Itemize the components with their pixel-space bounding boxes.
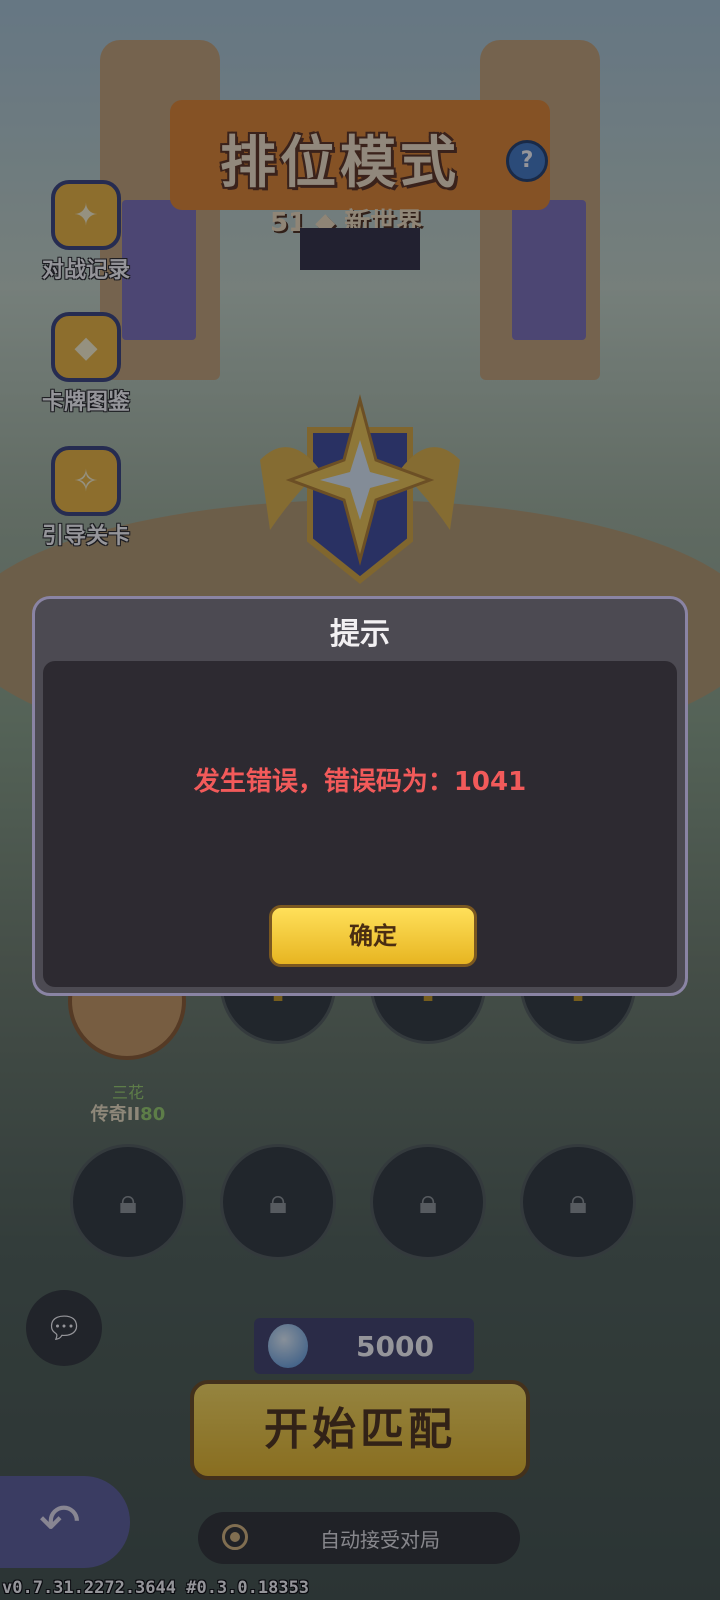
error-dialog: 提示 发生错误，错误码为：1041 确定 [32,596,688,996]
confirm-button[interactable]: 确定 [269,905,477,967]
dialog-title: 提示 [330,617,390,652]
error-message: 发生错误，错误码为：1041 [193,767,527,797]
dialog-body: 发生错误，错误码为：1041 确定 [43,661,677,987]
